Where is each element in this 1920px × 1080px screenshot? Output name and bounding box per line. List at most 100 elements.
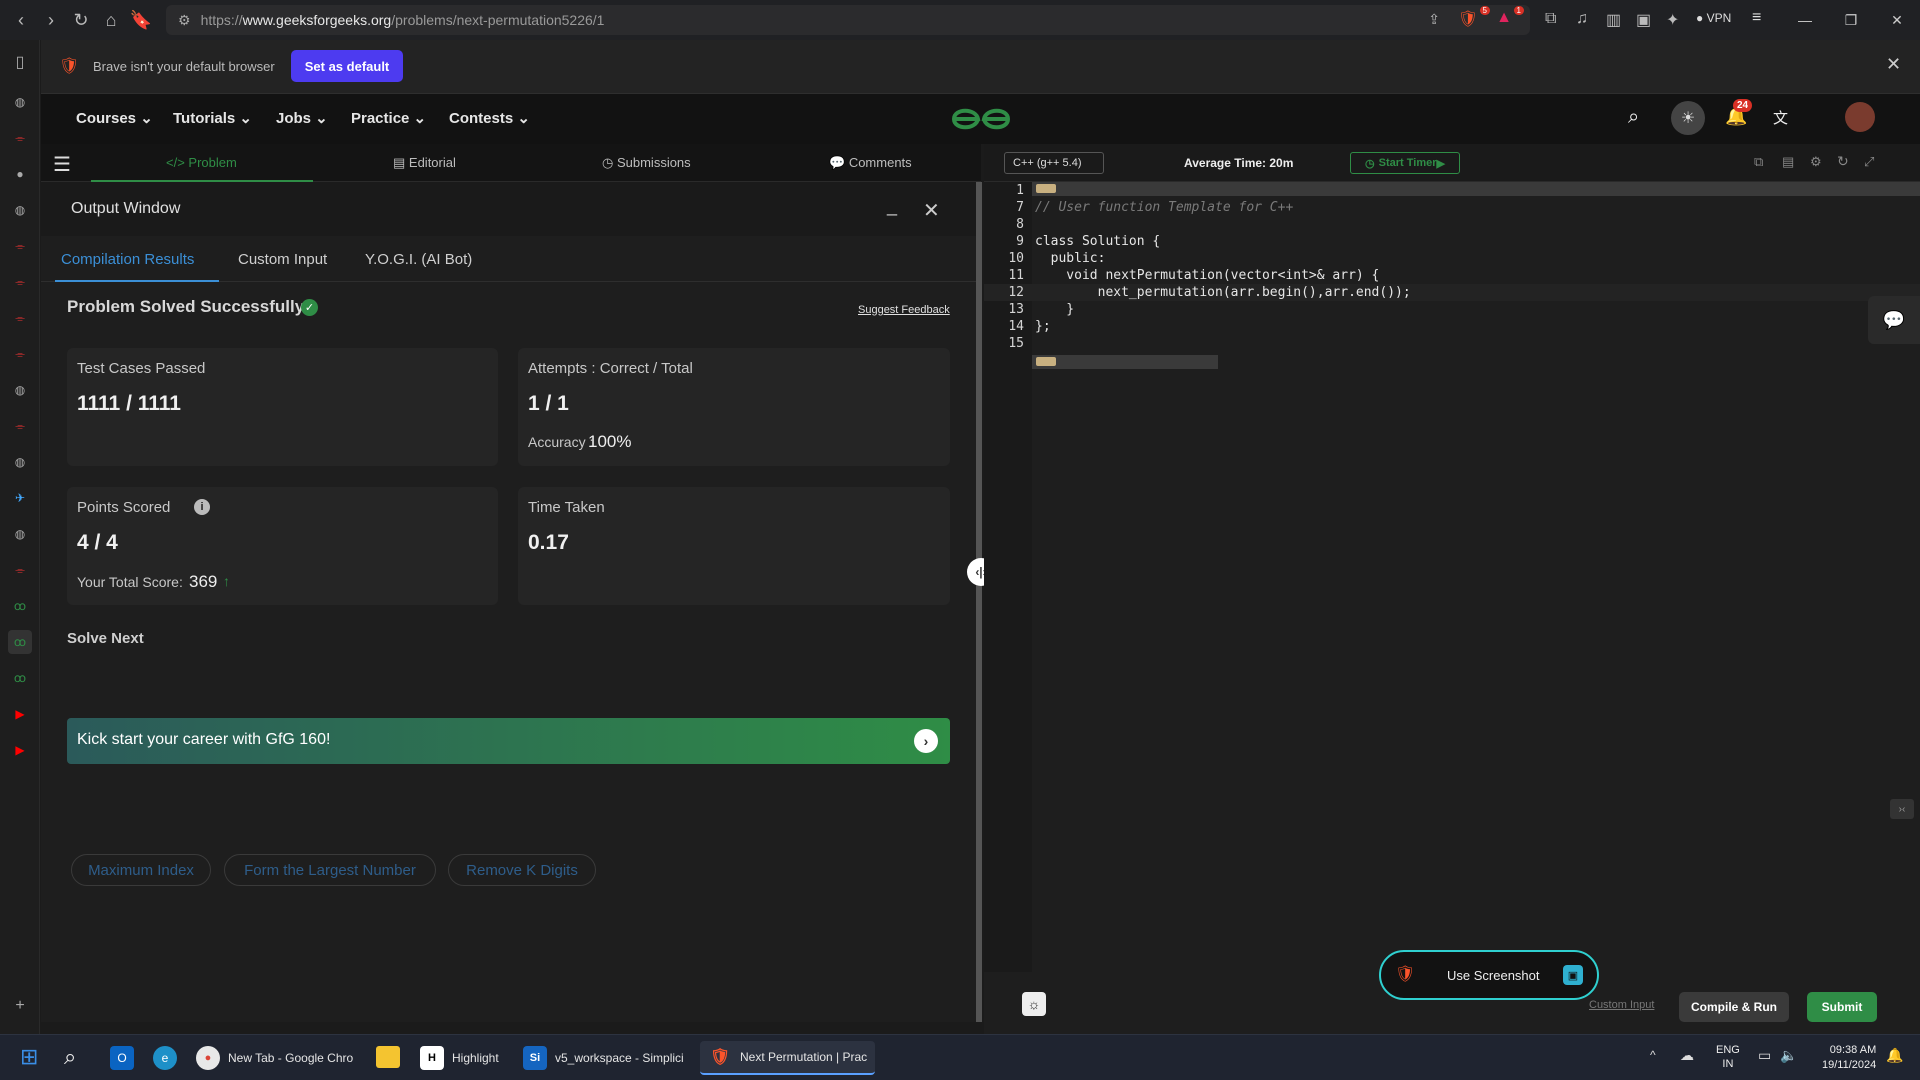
nav-courses[interactable]: Courses ⌄ [76,109,153,127]
reload-icon[interactable]: ↻ [66,5,96,35]
bookmark-icon[interactable]: 🔖 [126,5,156,35]
site-icon[interactable]: ⌯ [8,126,32,150]
network-icon[interactable]: ▭ [1758,1047,1771,1064]
fold-marker[interactable] [1036,357,1056,366]
close-output-icon[interactable]: ✕ [923,198,940,223]
search-icon[interactable]: ⌕ [1628,106,1639,129]
start-timer-button[interactable]: ◷ Start Timer ▶ [1350,152,1460,174]
wallet-icon[interactable]: ▣ [1636,10,1651,30]
gfg-icon[interactable]: ꝏ [8,666,32,690]
code-line[interactable]: 9 class Solution { [984,234,1920,251]
home-icon[interactable]: ⌂ [96,5,126,35]
gfg-icon-active[interactable]: ꝏ [8,630,32,654]
youtube-icon[interactable]: ▶ [8,702,32,726]
globe-icon[interactable]: ◍ [8,378,32,402]
nav-contests[interactable]: Contests ⌄ [449,109,530,127]
tab-comments[interactable]: 💬 Comments [829,155,912,171]
tab-submissions[interactable]: ◷ Submissions [602,155,691,171]
chevron-right-icon[interactable]: › [914,729,938,753]
minimize-output-icon[interactable]: _ [887,196,897,217]
site-icon[interactable]: ⌯ [8,558,32,582]
gfg-icon[interactable]: ꝏ [8,594,32,618]
language-indicator[interactable]: ENG IN [1716,1043,1740,1071]
globe-icon[interactable]: ◍ [8,198,32,222]
code-line[interactable]: 11 void nextPermutation(vector<int>& arr… [984,268,1920,285]
media-icon[interactable]: ♫ [1576,10,1588,28]
brave-shields-icon[interactable]: 🛡 [1458,9,1478,29]
restore-window-icon[interactable]: ❐ [1828,0,1874,40]
use-screenshot-pill[interactable]: 🛡 Use Screenshot ▣ [1379,950,1599,1000]
volume-icon[interactable]: 🔈 [1780,1047,1797,1064]
back-icon[interactable]: ‹ [6,5,36,35]
copy-icon[interactable]: ⧉ [1754,154,1763,170]
tab-custom-input[interactable]: Custom Input [238,251,327,268]
custom-input-link[interactable]: Custom Input [1589,999,1654,1011]
bell-icon[interactable]: 🔔 [1886,1047,1903,1064]
collapse-icon[interactable]: ›‹ [1890,799,1914,819]
sidebar-toggle-icon[interactable]: ▥ [1606,10,1621,30]
settings-icon[interactable]: ⚙ [1810,154,1822,170]
tray-chevron-icon[interactable]: ^ [1650,1048,1656,1062]
code-line[interactable]: 1 [984,183,1920,200]
code-line[interactable]: 7 // User function Template for C++ [984,200,1920,217]
solve-next-chip[interactable]: Form the Largest Number [224,854,436,886]
gfg-logo[interactable] [950,102,1012,136]
outlook-icon[interactable]: O [110,1046,134,1070]
site-settings-icon[interactable]: ⚙ [178,12,191,29]
nav-tutorials[interactable]: Tutorials ⌄ [173,109,252,127]
address-bar[interactable]: ⚙ https://www.geeksforgeeks.org/problems… [166,5,1530,35]
site-icon[interactable]: ⌯ [8,270,32,294]
brave-rewards-icon[interactable]: ▲ [1496,9,1512,27]
bulb-icon[interactable]: ☼ [1022,992,1046,1016]
nav-jobs[interactable]: Jobs ⌄ [276,109,328,127]
site-icon[interactable]: ⌯ [8,234,32,258]
globe-icon[interactable]: ◍ [8,522,32,546]
language-select[interactable]: C++ (g++ 5.4) [1004,152,1104,174]
hamburger-menu-icon[interactable]: ☰ [53,152,71,177]
leo-ai-icon[interactable]: ✦ [1666,10,1679,30]
minimize-window-icon[interactable]: — [1782,0,1828,40]
code-line[interactable]: 8 [984,217,1920,234]
code-line[interactable]: 13 } [984,302,1920,319]
chat-icon[interactable]: 💬 [1868,296,1920,344]
reset-icon[interactable]: ↻ [1837,153,1849,170]
tab-yogi-bot[interactable]: Y.O.G.I. (AI Bot) [365,251,472,268]
close-window-icon[interactable]: ✕ [1874,0,1920,40]
vpn-button[interactable]: ● VPN [1696,11,1731,25]
set-default-button[interactable]: Set as default [291,50,403,82]
bird-icon[interactable]: ✈ [8,486,32,510]
windows-start-icon[interactable]: ⊞ [20,1044,38,1070]
site-icon[interactable]: ⌯ [8,342,32,366]
youtube-icon[interactable]: ▶ [8,738,32,762]
code-line[interactable]: 10 public: [984,251,1920,268]
add-icon[interactable]: + [8,994,32,1018]
globe-icon[interactable]: ◍ [8,90,32,114]
close-notification-icon[interactable]: ✕ [1886,54,1901,75]
compile-run-button[interactable]: Compile & Run [1679,992,1789,1022]
extensions-icon[interactable]: ⧉ [1545,10,1556,28]
taskbar-app-simplici[interactable]: Si v5_workspace - Simplici [523,1041,684,1075]
submit-button[interactable]: Submit [1807,992,1877,1022]
theme-toggle-icon[interactable]: ☀ [1671,101,1705,135]
solve-next-chip[interactable]: Remove K Digits [448,854,596,886]
code-line[interactable]: 14}; [984,319,1920,336]
file-icon[interactable]: ▤ [1782,154,1794,170]
site-icon[interactable]: ⌯ [8,414,32,438]
code-line[interactable]: 12 next_permutation(arr.begin(),arr.end(… [984,285,1920,302]
taskbar-app-chrome[interactable]: ● New Tab - Google Chro [196,1041,353,1075]
avatar[interactable] [1845,102,1875,132]
share-icon[interactable]: ⇪ [1428,11,1440,28]
edge-icon[interactable]: e [153,1046,177,1070]
search-icon[interactable]: ⌕ [64,1044,76,1070]
taskbar-app-highlight[interactable]: H Highlight [420,1041,499,1075]
tab-problem[interactable]: </> Problem [91,144,313,182]
nav-practice[interactable]: Practice ⌄ [351,109,426,127]
tab-editorial[interactable]: ▤ Editorial [393,155,456,171]
menu-icon[interactable]: ≡ [1752,9,1761,27]
taskbar-app-brave[interactable]: 🛡 Next Permutation | Prac [700,1041,876,1075]
globe-icon[interactable]: ◍ [8,450,32,474]
panel-splitter[interactable] [976,182,982,1022]
gfg160-banner[interactable]: Kick start your career with GfG 160! › [67,718,950,764]
suggest-feedback-link[interactable]: Suggest Feedback [858,304,950,316]
onedrive-icon[interactable]: ☁ [1680,1047,1694,1064]
